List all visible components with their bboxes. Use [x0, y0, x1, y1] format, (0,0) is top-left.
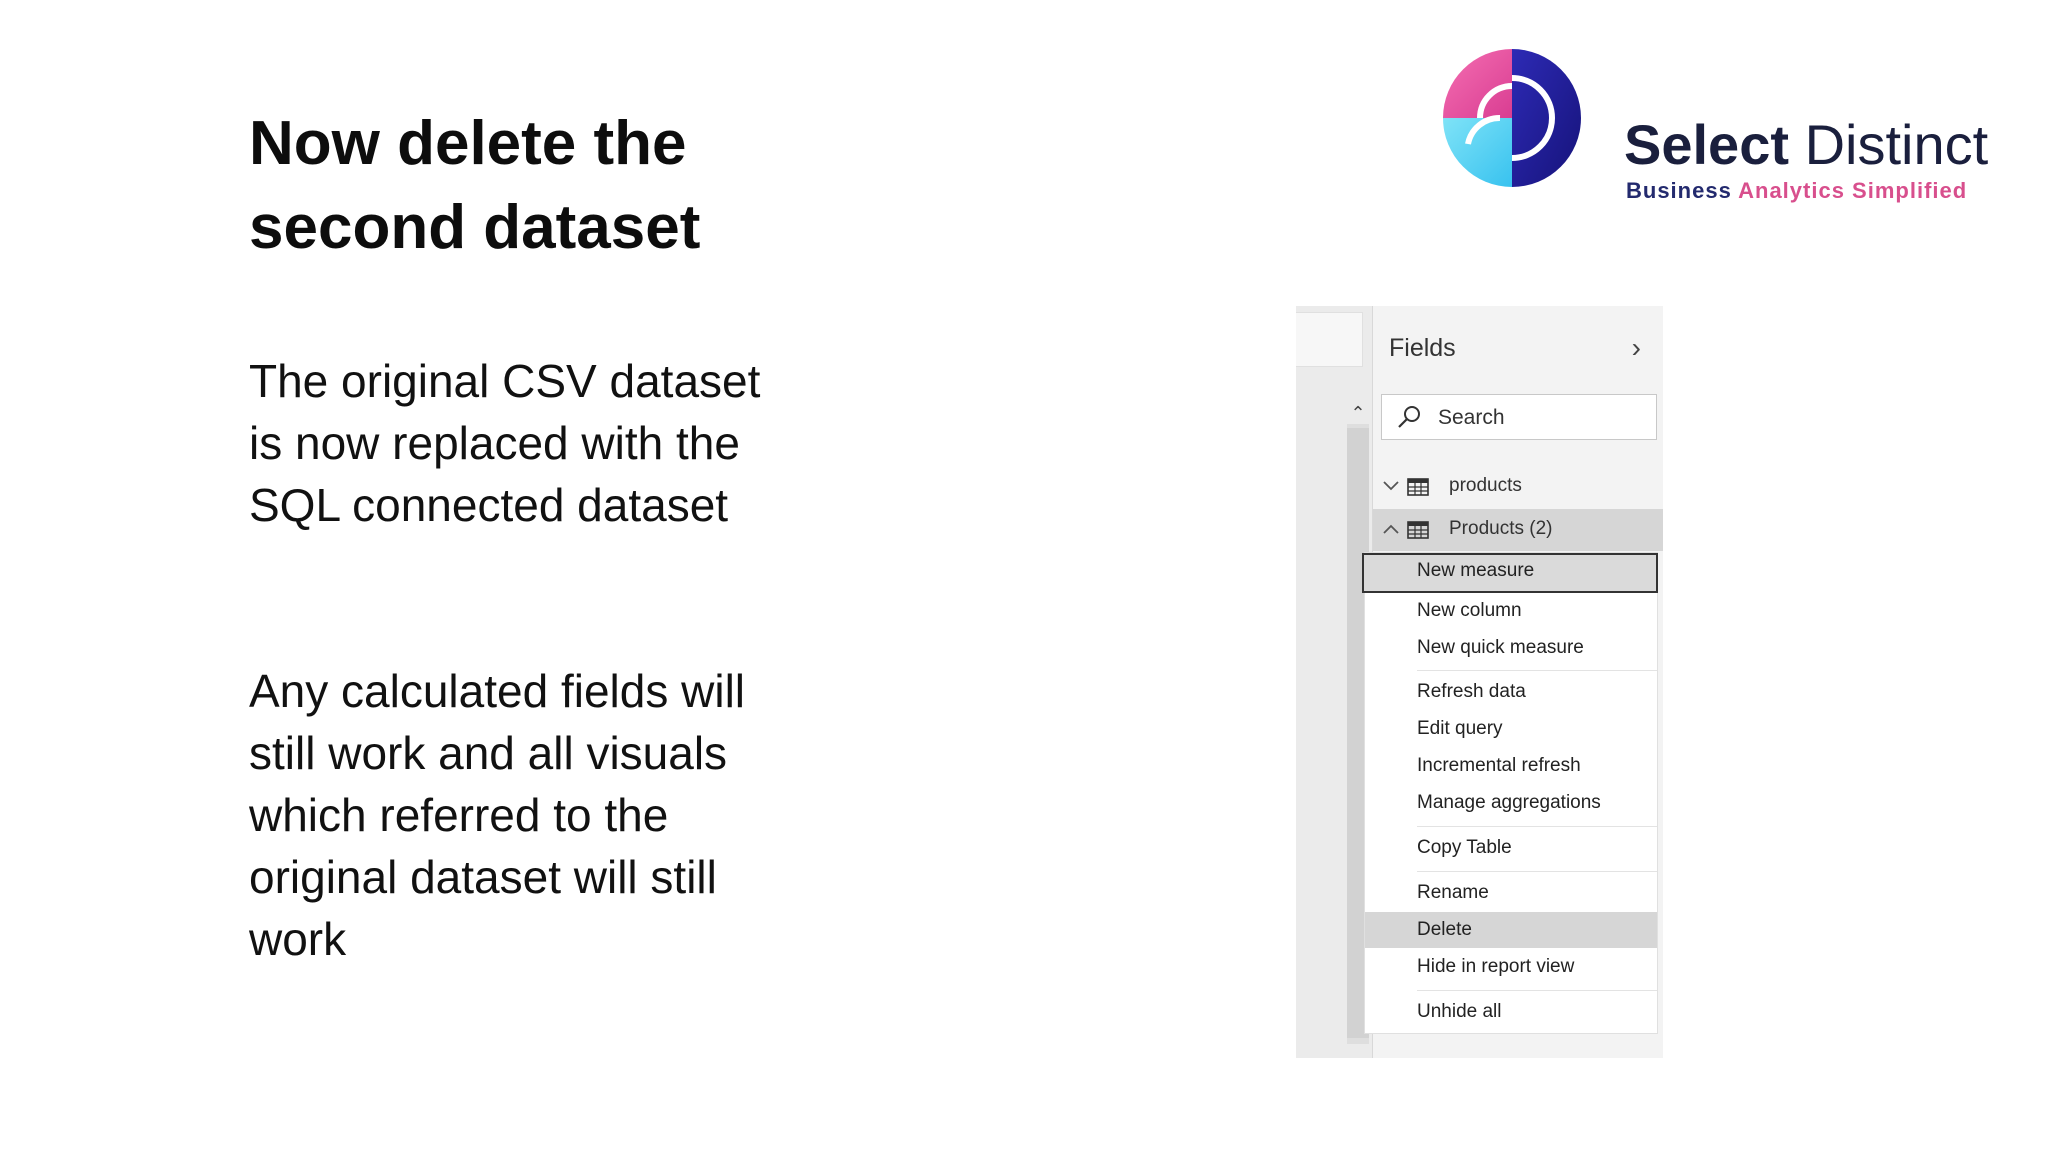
- search-placeholder: Search: [1438, 406, 1505, 429]
- slide-title: Now delete the second dataset: [249, 102, 700, 270]
- paragraph-line: original dataset will still: [249, 851, 717, 903]
- menu-item-new-quick-measure[interactable]: New quick measure: [1365, 630, 1657, 666]
- table-label: products: [1449, 475, 1522, 496]
- title-line: Now delete the: [249, 109, 687, 178]
- search-icon: [1398, 406, 1420, 428]
- menu-item-new-measure[interactable]: New measure: [1362, 553, 1658, 593]
- paragraph-line: is now replaced with the: [249, 417, 740, 469]
- table-row-products[interactable]: products: [1373, 466, 1663, 508]
- brand-name: Select Distinct: [1624, 113, 1989, 176]
- title-line: second dataset: [249, 193, 701, 262]
- paragraph-line: SQL connected dataset: [249, 479, 729, 531]
- paragraph-line: work: [249, 913, 347, 965]
- paragraph-line: which referred to the: [249, 789, 669, 841]
- fields-title: Fields: [1389, 334, 1456, 362]
- menu-separator: [1417, 871, 1657, 872]
- paragraph-line: still work and all visuals: [249, 727, 728, 779]
- paragraph-line: The original CSV dataset: [249, 355, 761, 407]
- logo-mark-icon: [1443, 49, 1581, 187]
- menu-item-rename[interactable]: Rename: [1365, 875, 1657, 911]
- menu-item-unhide-all[interactable]: Unhide all: [1365, 994, 1657, 1030]
- search-input[interactable]: Search: [1381, 394, 1657, 440]
- canvas-panel: [1296, 312, 1363, 367]
- menu-item-manage-aggregations[interactable]: Manage aggregations: [1365, 785, 1657, 821]
- menu-item-delete[interactable]: Delete: [1365, 912, 1657, 948]
- table-label: Products (2): [1449, 518, 1553, 539]
- table-icon: [1407, 521, 1429, 539]
- context-menu: New measure New column New quick measure…: [1362, 552, 1658, 1034]
- body-paragraph-2: Any calculated fields will still work an…: [249, 660, 745, 970]
- menu-item-edit-query[interactable]: Edit query: [1365, 711, 1657, 747]
- slide: Now delete the second dataset The origin…: [0, 0, 2048, 1152]
- menu-separator: [1417, 990, 1657, 991]
- menu-item-copy-table[interactable]: Copy Table: [1365, 830, 1657, 866]
- chevron-up-icon[interactable]: [1381, 515, 1401, 543]
- brand-tagline: Business Analytics Simplified: [1626, 178, 1968, 203]
- chevron-right-icon[interactable]: ›: [1632, 332, 1641, 364]
- scroll-up-icon[interactable]: ⌃: [1347, 402, 1369, 424]
- menu-separator: [1417, 826, 1657, 827]
- paragraph-line: Any calculated fields will: [249, 665, 746, 717]
- menu-separator: [1417, 670, 1657, 671]
- table-icon: [1407, 478, 1429, 496]
- body-paragraph-1: The original CSV dataset is now replaced…: [249, 350, 760, 536]
- chevron-down-icon[interactable]: [1381, 472, 1401, 500]
- menu-item-new-column[interactable]: New column: [1365, 593, 1657, 629]
- menu-item-hide-in-report-view[interactable]: Hide in report view: [1365, 949, 1657, 985]
- menu-item-refresh-data[interactable]: Refresh data: [1365, 674, 1657, 710]
- menu-item-incremental-refresh[interactable]: Incremental refresh: [1365, 748, 1657, 784]
- table-row-products-2[interactable]: Products (2): [1373, 509, 1663, 551]
- brand-logo: Select Distinct Business Analytics Simpl…: [1440, 46, 2010, 203]
